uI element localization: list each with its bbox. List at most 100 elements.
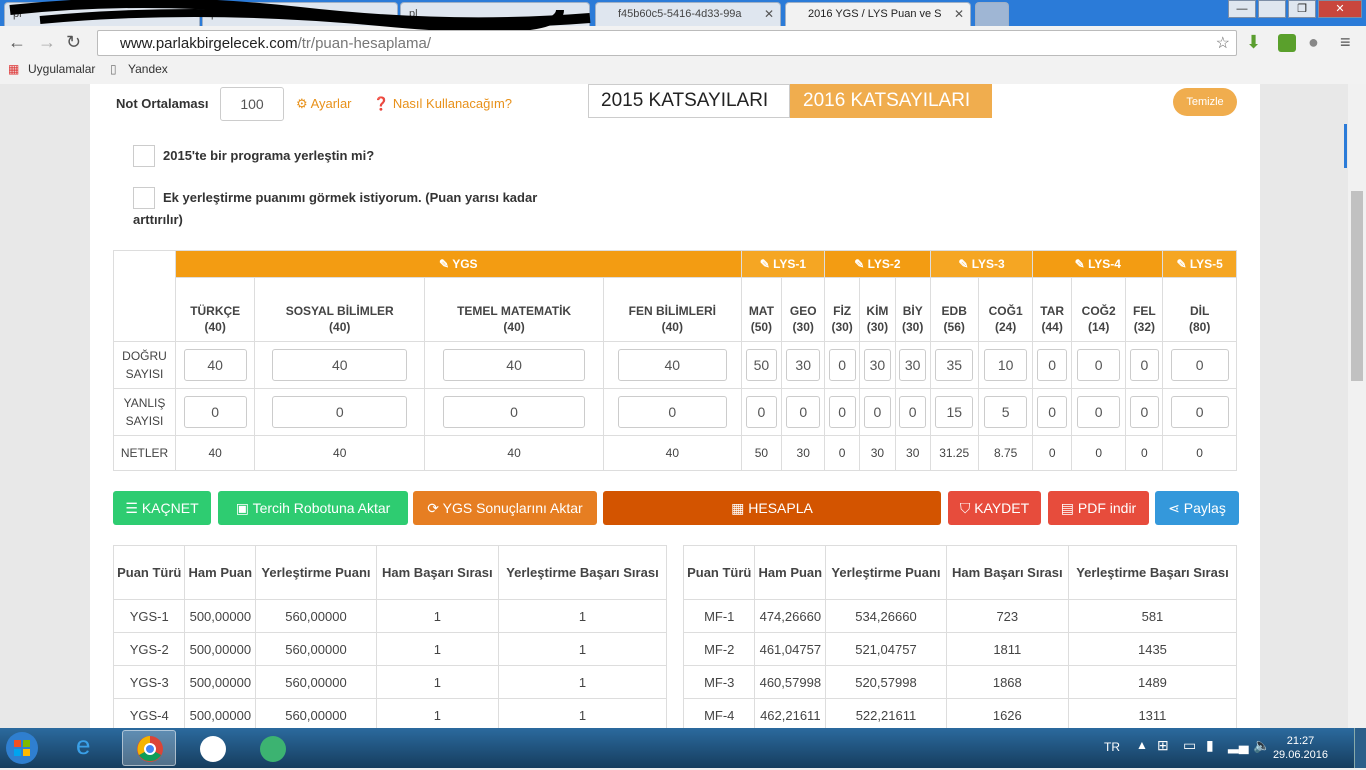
yanlis-cell[interactable]: 0 <box>1125 388 1164 436</box>
windows-icon[interactable]: ⊞ <box>1157 737 1169 754</box>
dogru-input[interactable]: 30 <box>786 349 821 381</box>
star-icon[interactable]: ☆ <box>1216 33 1230 53</box>
dogru-cell[interactable]: 0 <box>824 341 861 389</box>
tab-active[interactable]: 2016 YGS / LYS Puan ve S ✕ <box>785 2 971 26</box>
extension-icon[interactable]: ● <box>1308 32 1319 53</box>
not-ortalamasi-input[interactable]: 100 <box>220 87 284 121</box>
yanlis-input[interactable]: 0 <box>272 396 408 428</box>
dogru-input[interactable]: 0 <box>1077 349 1121 381</box>
battery-icon[interactable]: ▮ <box>1206 737 1214 754</box>
pdf-button[interactable]: ▤ PDF indir <box>1048 491 1149 525</box>
checkbox-ek-yerlestirme[interactable] <box>133 187 155 209</box>
dogru-cell[interactable]: 30 <box>894 341 931 389</box>
messenger-icon[interactable] <box>246 730 300 766</box>
clock[interactable]: 21:27 29.06.2016 <box>1273 734 1328 762</box>
app-icon[interactable] <box>186 730 240 766</box>
dogru-input[interactable]: 10 <box>984 349 1028 381</box>
yanlis-input[interactable]: 5 <box>984 396 1028 428</box>
yanlis-input[interactable]: 0 <box>1130 396 1159 428</box>
extension-icon[interactable] <box>1278 34 1296 52</box>
dogru-cell[interactable]: 40 <box>424 341 605 389</box>
dogru-cell[interactable]: 50 <box>740 341 783 389</box>
tercih-button[interactable]: ▣ Tercih Robotuna Aktar <box>218 491 408 525</box>
dogru-input[interactable]: 40 <box>183 349 247 381</box>
ygs-aktar-button[interactable]: ⟳ YGS Sonuçlarını Aktar <box>413 491 597 525</box>
apps-icon[interactable]: ▦ <box>8 62 19 76</box>
yanlis-input[interactable]: 0 <box>863 396 892 428</box>
download-icon[interactable]: ⬇ <box>1246 32 1261 53</box>
menu-icon[interactable]: ≡ <box>1340 32 1351 53</box>
checkbox-2015[interactable] <box>133 145 155 167</box>
reload-icon[interactable]: ↻ <box>66 32 81 53</box>
yanlis-cell[interactable]: 0 <box>174 388 256 436</box>
yanlis-cell[interactable]: 0 <box>1070 388 1127 436</box>
maximize-button[interactable]: ❐ <box>1288 0 1316 18</box>
yanlis-input[interactable]: 0 <box>183 396 247 428</box>
temizle-button[interactable]: Temizle <box>1173 88 1237 116</box>
kaydet-button[interactable]: ⛉ KAYDET <box>948 491 1041 525</box>
bookmark-yandex[interactable]: Yandex <box>128 62 168 76</box>
yanlis-cell[interactable]: 0 <box>1032 388 1072 436</box>
close-icon[interactable]: ✕ <box>954 7 964 21</box>
yanlis-cell[interactable]: 0 <box>859 388 896 436</box>
nasil-link[interactable]: ❓ Nasıl Kullanacağım? <box>373 96 512 112</box>
language-indicator[interactable]: TR <box>1104 740 1120 754</box>
paylas-button[interactable]: ⋖ Paylaş <box>1155 491 1239 525</box>
dogru-input[interactable]: 35 <box>935 349 974 381</box>
dogru-cell[interactable]: 40 <box>603 341 742 389</box>
dogru-input[interactable]: 40 <box>442 349 586 381</box>
yanlis-cell[interactable]: 5 <box>977 388 1034 436</box>
dogru-cell[interactable]: 40 <box>174 341 256 389</box>
dogru-cell[interactable]: 0 <box>1125 341 1164 389</box>
yanlis-cell[interactable]: 0 <box>894 388 931 436</box>
network-icon[interactable]: ▭ <box>1183 737 1196 754</box>
tray-arrow-icon[interactable]: ▲ <box>1136 738 1148 752</box>
dogru-cell[interactable]: 0 <box>1070 341 1127 389</box>
volume-icon[interactable]: 🔈 <box>1253 737 1270 754</box>
dogru-cell[interactable]: 30 <box>781 341 826 389</box>
yanlis-input[interactable]: 0 <box>617 396 727 428</box>
dogru-input[interactable]: 0 <box>1130 349 1159 381</box>
yanlis-cell[interactable]: 15 <box>929 388 979 436</box>
yanlis-input[interactable]: 15 <box>935 396 974 428</box>
scrollbar-thumb[interactable] <box>1351 191 1363 381</box>
dogru-cell[interactable]: 40 <box>254 341 426 389</box>
dogru-cell[interactable]: 0 <box>1162 341 1237 389</box>
yanlis-input[interactable]: 0 <box>1170 396 1229 428</box>
dogru-cell[interactable]: 30 <box>859 341 896 389</box>
close-icon[interactable]: ✕ <box>764 7 774 21</box>
yanlis-input[interactable]: 0 <box>1077 396 1121 428</box>
tab-4[interactable]: f45b60c5-5416-4d33-99a ✕ <box>595 2 781 26</box>
yanlis-cell[interactable]: 0 <box>740 388 783 436</box>
yanlis-input[interactable]: 0 <box>745 396 778 428</box>
yanlis-input[interactable]: 0 <box>442 396 586 428</box>
url-input[interactable]: www.parlakbirgelecek.com/tr/puan-hesapla… <box>97 30 1237 56</box>
dogru-cell[interactable]: 35 <box>929 341 979 389</box>
dogru-input[interactable]: 40 <box>272 349 408 381</box>
yanlis-input[interactable]: 0 <box>786 396 821 428</box>
yanlis-input[interactable]: 0 <box>828 396 856 428</box>
dogru-input[interactable]: 0 <box>1037 349 1068 381</box>
yanlis-cell[interactable]: 0 <box>781 388 826 436</box>
dogru-input[interactable]: 50 <box>745 349 778 381</box>
yanlis-cell[interactable]: 0 <box>254 388 426 436</box>
user-button[interactable] <box>1258 0 1286 18</box>
bookmark-uygulamalar[interactable]: Uygulamalar <box>28 62 95 76</box>
dogru-input[interactable]: 0 <box>828 349 856 381</box>
yanlis-cell[interactable]: 0 <box>424 388 605 436</box>
minimize-button[interactable]: — <box>1228 0 1256 18</box>
ie-icon[interactable]: e <box>62 730 116 766</box>
yanlis-cell[interactable]: 0 <box>824 388 861 436</box>
chrome-icon[interactable] <box>122 730 176 766</box>
dogru-input[interactable]: 30 <box>863 349 892 381</box>
yanlis-cell[interactable]: 0 <box>603 388 742 436</box>
dogru-input[interactable]: 0 <box>1170 349 1229 381</box>
coef-2016-button[interactable]: 2016 KATSAYILARI <box>790 84 992 118</box>
vertical-scrollbar[interactable] <box>1348 84 1366 728</box>
start-button[interactable] <box>2 730 52 766</box>
dogru-input[interactable]: 40 <box>617 349 727 381</box>
forward-icon[interactable]: → <box>38 32 56 53</box>
show-desktop-button[interactable] <box>1354 728 1366 768</box>
dogru-input[interactable]: 30 <box>899 349 927 381</box>
hesapla-button[interactable]: ▦ HESAPLA <box>603 491 941 525</box>
